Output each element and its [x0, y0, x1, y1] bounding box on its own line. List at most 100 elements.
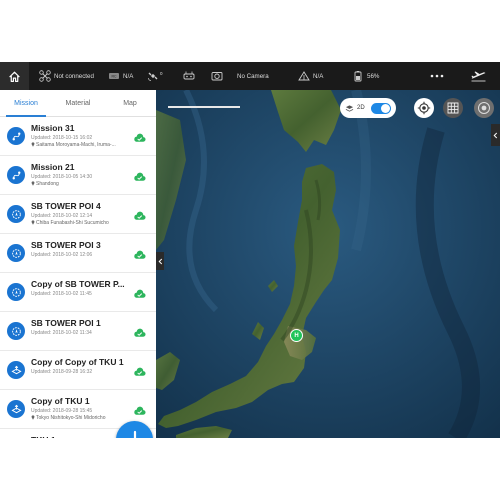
tab-mission-label: Mission [14, 99, 38, 107]
map-canvas [156, 88, 500, 438]
home-icon [9, 71, 20, 82]
cloud-synced-icon [133, 130, 146, 142]
cloud-synced-icon [133, 364, 146, 376]
status-bar: Not connected RC N/A 0 No Camera N/A 56% [0, 62, 500, 90]
camera-status[interactable]: No Camera [211, 62, 269, 90]
mission-location-text: Chiba Funabashi-Shi Sucumicho [36, 220, 109, 226]
gps-status[interactable]: 0 [147, 62, 163, 90]
poi-circle-icon [7, 322, 25, 340]
tab-material[interactable]: Material [52, 90, 104, 116]
locate-button[interactable] [414, 98, 434, 118]
drone-icon [39, 70, 51, 82]
mission-list-item[interactable]: SB TOWER POI 4 Updated: 2018-10-02 12:14 C… [0, 195, 156, 234]
home-point-marker[interactable]: H [290, 329, 303, 342]
rc-signal-value: N/A [123, 72, 134, 80]
poi-circle-icon [7, 244, 25, 262]
sidebar-tabs: Mission Material Map [0, 90, 156, 117]
waypoint-route-icon [7, 166, 25, 184]
cloud-synced-icon [133, 208, 146, 220]
view-mode-label: 2D [357, 105, 365, 111]
mapping-grid-icon [7, 361, 25, 379]
map-view-toggle[interactable]: 2D [340, 98, 396, 118]
plus-icon [133, 430, 136, 438]
switch-knob [380, 103, 390, 113]
tab-map[interactable]: Map [104, 90, 156, 116]
satellite-map[interactable]: H [156, 88, 500, 438]
fly-button[interactable] [466, 62, 490, 90]
connection-status: Not connected [54, 72, 94, 80]
camera-label: No Camera [237, 72, 269, 80]
map-scale-bar [168, 106, 240, 108]
mission-name: Mission 31 [31, 123, 75, 133]
mission-location-text: Shandong [36, 181, 59, 187]
mission-updated-time: Updated: 2018-09-28 16:32 [31, 369, 93, 375]
video-signal-value: N/A [313, 72, 324, 80]
cloud-synced-icon [133, 169, 146, 181]
map-grid-button[interactable] [443, 98, 463, 118]
mission-updated-time: Updated: 2018-09-28 15:45 [31, 408, 93, 414]
mission-name: SB TOWER POI 1 [31, 318, 101, 328]
app-window: Not connected RC N/A 0 No Camera N/A 56%… [0, 62, 500, 438]
mission-location: Tokyo Nishitokyo-Shi Midoricho [31, 415, 126, 421]
mission-name: SB TOWER POI 4 [31, 201, 101, 211]
mapping-grid-icon [7, 400, 25, 418]
tab-map-label: Map [123, 99, 137, 107]
mission-updated-time: Updated: 2018-10-02 12:06 [31, 252, 93, 258]
mission-location: Chiba Funabashi-Shi Sucumicho [31, 220, 126, 226]
mission-updated-time: Updated: 2018-10-02 11:34 [31, 330, 92, 336]
compass-button[interactable] [474, 98, 494, 118]
cloud-synced-icon [133, 403, 146, 415]
home-point-label: H [294, 332, 299, 339]
mission-location: Shandong [31, 181, 126, 187]
battery-status[interactable]: 56% [352, 62, 379, 90]
mission-list-item[interactable]: Mission 21 Updated: 2018-10-05 14:30 Shand… [0, 156, 156, 195]
mission-name: Copy of TKU 1 [31, 396, 90, 406]
mission-updated-time: Updated: 2018-10-02 11:45 [31, 291, 92, 297]
tab-material-label: Material [65, 99, 91, 107]
chevron-left-icon [493, 132, 498, 138]
chevron-left-icon [158, 258, 162, 264]
rc-status[interactable]: RC N/A [108, 62, 133, 90]
tab-mission[interactable]: Mission [0, 90, 52, 117]
layers-icon [345, 104, 354, 112]
more-button[interactable] [423, 62, 451, 90]
takeoff-plane-icon [471, 71, 485, 82]
aircraft-status[interactable]: Not connected [39, 62, 94, 90]
mission-name: Copy of SB TOWER P... [31, 279, 125, 289]
cloud-synced-icon [133, 286, 146, 298]
satellite-icon [148, 72, 158, 81]
mission-list[interactable]: Mission 31 Updated: 2018-10-15 16:02 Saita… [0, 117, 156, 438]
hd-signal-icon [298, 71, 310, 81]
rc-controller-status[interactable] [183, 62, 195, 90]
mission-name: Mission 21 [31, 162, 75, 172]
compass-icon [478, 102, 490, 114]
mission-location: Saitama Moroyama-Machi, Iruma-... [31, 142, 126, 148]
mission-list-item[interactable]: Copy of Copy of TKU 1 Updated: 2018-09-28… [0, 351, 156, 390]
sidebar-collapse-toggle[interactable] [156, 252, 164, 270]
mission-list-item[interactable]: Mission 31 Updated: 2018-10-15 16:02 Saita… [0, 117, 156, 156]
gps-count: 0 [160, 70, 163, 76]
mission-updated-time: Updated: 2018-10-05 14:30 [31, 174, 93, 180]
home-button[interactable] [0, 62, 29, 90]
battery-percent: 56% [367, 72, 380, 80]
grid-icon [447, 102, 459, 114]
remote-controller-icon [183, 71, 195, 80]
cloud-synced-icon [133, 325, 146, 337]
waypoint-route-icon [7, 127, 25, 145]
view-mode-switch[interactable] [370, 102, 391, 114]
mission-location-text: Saitama Moroyama-Machi, Iruma-... [36, 142, 116, 148]
mission-updated-time: Updated: 2018-10-02 12:14 [31, 213, 93, 219]
more-dots-icon [430, 74, 444, 78]
poi-circle-icon [7, 283, 25, 301]
battery-icon [354, 71, 362, 82]
right-panel-toggle[interactable] [491, 124, 500, 146]
mission-list-item[interactable]: SB TOWER POI 1 Updated: 2018-10-02 11:34 [0, 312, 156, 351]
crosshair-icon [417, 101, 431, 115]
svg-text:RC: RC [111, 75, 117, 79]
video-signal-status[interactable]: N/A [298, 62, 323, 90]
cloud-synced-icon [133, 247, 146, 259]
mission-list-item[interactable]: SB TOWER POI 3 Updated: 2018-10-02 12:06 [0, 234, 156, 273]
mission-location-text: Tokyo Nishitokyo-Shi Midoricho [36, 415, 106, 421]
rc-signal-icon: RC [109, 73, 119, 79]
mission-list-item[interactable]: Copy of SB TOWER P... Updated: 2018-10-02… [0, 273, 156, 312]
